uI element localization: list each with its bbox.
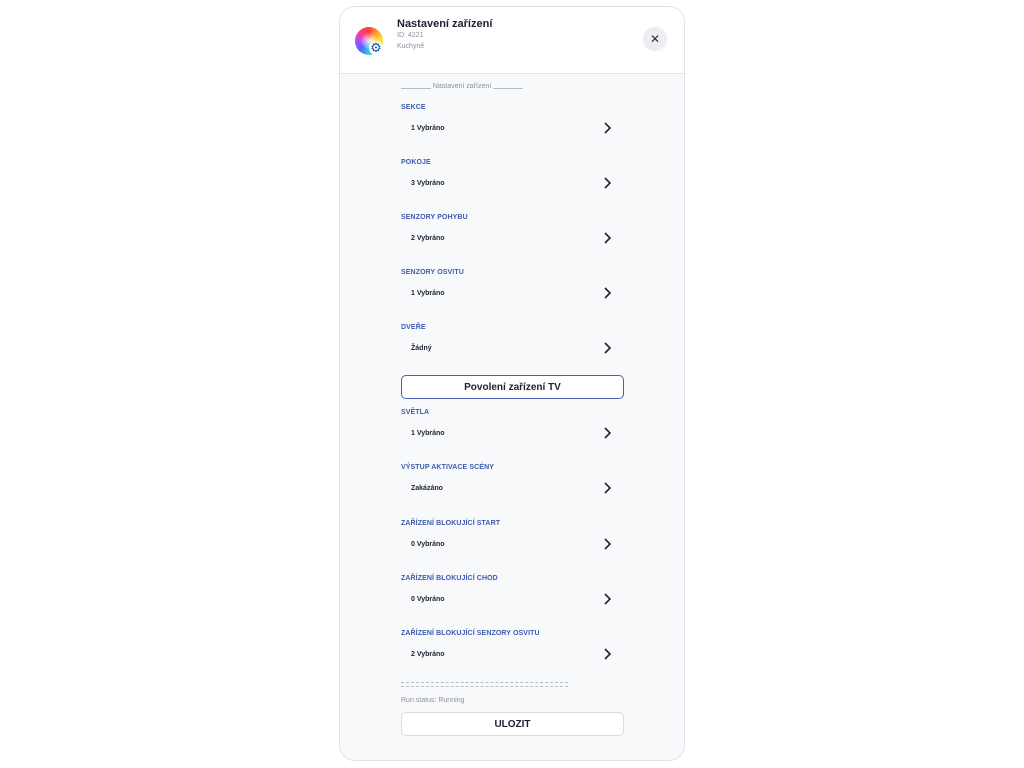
field-row-blokujici-chod[interactable]: 0 Vybráno: [401, 589, 619, 609]
gear-icon: ⚙: [369, 40, 383, 56]
field-row-blokujici-senzory-osvitu[interactable]: 2 Vybráno: [401, 644, 619, 664]
field-row-senzory-osvitu[interactable]: 1 Vybráno: [401, 283, 619, 303]
field-label-senzory-pohybu: SENZORY POHYBU: [401, 214, 468, 221]
close-button[interactable]: ✕: [643, 27, 667, 51]
dashed-divider: [401, 682, 568, 687]
field-value: 1 Vybráno: [411, 289, 445, 297]
divider: [493, 88, 523, 89]
field-value: 3 Vybráno: [411, 179, 445, 187]
field-row-svetla[interactable]: 1 Vybráno: [401, 423, 619, 443]
enable-tv-device-label: Povolení zařízení TV: [464, 381, 561, 393]
save-button-label: ULOZIT: [494, 718, 531, 730]
chevron-right-icon: [601, 537, 613, 551]
field-row-pokoje[interactable]: 3 Vybráno: [401, 173, 619, 193]
chevron-right-icon: [601, 592, 613, 606]
device-settings-panel: ⚙ Nastavení zařízení ID: 4221 Kuchyně ✕ …: [339, 6, 685, 761]
panel-title: Nastavení zařízení: [397, 18, 493, 30]
field-row-blokujici-start[interactable]: 0 Vybráno: [401, 534, 619, 554]
field-label-blokujici-senzory-osvitu: ZAŘÍZENÍ BLOKUJÍCÍ SENZORY OSVITU: [401, 630, 540, 637]
chevron-right-icon: [601, 176, 613, 190]
chevron-right-icon: [601, 426, 613, 440]
field-value: Zakázáno: [411, 484, 443, 492]
chevron-right-icon: [601, 481, 613, 495]
enable-tv-device-button[interactable]: Povolení zařízení TV: [401, 375, 624, 399]
save-button[interactable]: ULOZIT: [401, 712, 624, 736]
section-title-text: Nastavení zařízení: [432, 83, 492, 90]
chevron-right-icon: [601, 647, 613, 661]
field-label-senzory-osvitu: SENZORY OSVITU: [401, 269, 464, 276]
device-room: Kuchyně: [397, 43, 425, 50]
chevron-right-icon: [601, 121, 613, 135]
chevron-right-icon: [601, 341, 613, 355]
field-label-blokujici-start: ZAŘÍZENÍ BLOKUJÍCÍ START: [401, 520, 501, 527]
field-row-dvere[interactable]: Žádný: [401, 338, 619, 358]
field-row-sekce[interactable]: 1 Vybráno: [401, 118, 619, 138]
field-value: 2 Vybráno: [411, 650, 445, 658]
chevron-right-icon: [601, 231, 613, 245]
field-label-blokujici-chod: ZAŘÍZENÍ BLOKUJÍCÍ CHOD: [401, 575, 498, 582]
field-label-svetla: SVĚTLA: [401, 409, 430, 416]
field-label-vystup-aktivace-sceny: VÝSTUP AKTIVACE SCÉNY: [401, 464, 494, 471]
field-value: Žádný: [411, 344, 432, 352]
field-label-dvere: DVEŘE: [401, 324, 426, 331]
section-title: Nastavení zařízení: [401, 83, 523, 90]
field-row-senzory-pohybu[interactable]: 2 Vybráno: [401, 228, 619, 248]
close-icon: ✕: [649, 32, 661, 46]
divider: [401, 88, 431, 89]
field-value: 0 Vybráno: [411, 595, 445, 603]
run-status: Run status: Running: [401, 697, 465, 704]
field-value: 1 Vybráno: [411, 124, 445, 132]
field-label-pokoje: POKOJE: [401, 159, 431, 166]
field-value: 1 Vybráno: [411, 429, 445, 437]
field-value: 0 Vybráno: [411, 540, 445, 548]
field-value: 2 Vybráno: [411, 234, 445, 242]
panel-header: ⚙ Nastavení zařízení ID: 4221 Kuchyně ✕: [340, 7, 684, 74]
field-label-sekce: SEKCE: [401, 104, 426, 111]
device-id: ID: 4221: [397, 32, 424, 39]
chevron-right-icon: [601, 286, 613, 300]
field-row-vystup-aktivace-sceny[interactable]: Zakázáno: [401, 478, 619, 498]
